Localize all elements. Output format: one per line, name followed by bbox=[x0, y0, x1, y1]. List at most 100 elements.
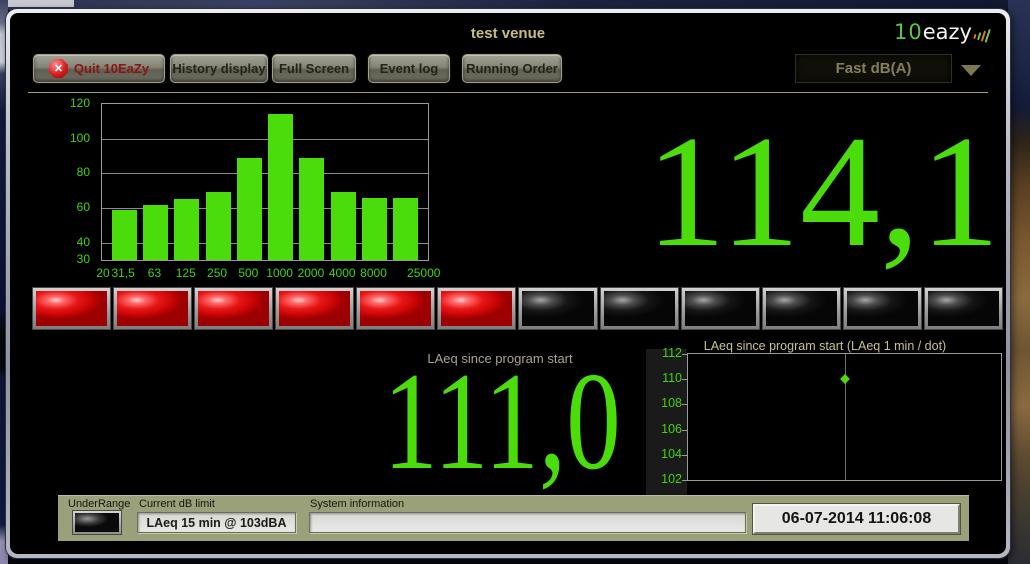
status-light-frame bbox=[924, 287, 1003, 330]
y-tick-label: 40 bbox=[77, 235, 90, 249]
spectrum-bar bbox=[143, 205, 168, 260]
status-light-off bbox=[522, 291, 593, 326]
full-screen-button[interactable]: Full Screen bbox=[272, 54, 356, 83]
spectrum-bar bbox=[331, 192, 356, 260]
y-tick-mark bbox=[682, 455, 688, 456]
y-tick-label: 60 bbox=[77, 200, 90, 214]
spectrum-bar bbox=[237, 158, 262, 260]
laeq-readout: 111,0 bbox=[354, 358, 650, 486]
x-tick-label: 31,5 bbox=[111, 266, 134, 280]
page-title: test venue bbox=[10, 25, 1006, 42]
status-light-frame bbox=[194, 287, 273, 330]
status-light-on bbox=[117, 291, 188, 326]
logo-eazy-text: eazy bbox=[923, 22, 972, 43]
status-light-off bbox=[928, 291, 999, 326]
status-light-on bbox=[279, 291, 350, 326]
x-tick-label: 250 bbox=[207, 266, 227, 280]
trend-chart-title: LAeq since program start (LAeq 1 min / d… bbox=[650, 339, 1000, 353]
desktop-right-strip bbox=[1008, 0, 1030, 564]
x-tick-label: 125 bbox=[176, 266, 196, 280]
system-information-label: System information bbox=[310, 498, 404, 510]
current-level-readout: 114,1 bbox=[610, 93, 1000, 288]
y-tick-mark bbox=[682, 379, 688, 380]
status-light-off bbox=[604, 291, 675, 326]
y-tick-label: 120 bbox=[70, 96, 90, 110]
y-tick-mark bbox=[682, 430, 688, 431]
y-tick-label: 108 bbox=[661, 396, 682, 410]
x-tick-label: 1000 bbox=[266, 266, 293, 280]
y-tick-mark bbox=[682, 404, 688, 405]
trend-y-axis: 112110108106104102 bbox=[646, 349, 687, 499]
x-tick-label: 20 bbox=[96, 266, 109, 280]
spectrum-bar bbox=[393, 198, 418, 260]
app-logo: 10eazy bbox=[894, 22, 990, 43]
spectrum-y-axis: 12010080604030 bbox=[46, 103, 96, 259]
y-tick-label: 104 bbox=[661, 447, 682, 461]
status-light-frame bbox=[600, 287, 679, 330]
status-light-frame bbox=[681, 287, 760, 330]
footer-bar: UnderRange Current dB limit LAeq 15 min … bbox=[58, 495, 969, 541]
measurement-mode-value: Fast dB(A) bbox=[836, 60, 912, 77]
y-tick-mark bbox=[682, 480, 688, 481]
chevron-down-icon[interactable] bbox=[961, 65, 981, 76]
history-display-button[interactable]: History display bbox=[170, 54, 268, 83]
y-tick-label: 80 bbox=[77, 165, 90, 179]
y-tick-label: 30 bbox=[77, 252, 90, 266]
measurement-mode-dropdown[interactable]: Fast dB(A) bbox=[795, 54, 952, 83]
status-light-frame bbox=[762, 287, 841, 330]
laeq-data-point bbox=[840, 374, 850, 384]
status-light-on bbox=[198, 291, 269, 326]
event-log-button[interactable]: Event log bbox=[368, 54, 450, 83]
spectrum-x-axis: 2031,563125250500100020004000800025000 bbox=[101, 266, 427, 282]
button-label: Full Screen bbox=[279, 61, 349, 76]
x-tick-label: 2000 bbox=[298, 266, 325, 280]
spectrum-bar bbox=[174, 199, 199, 260]
spectrum-bar bbox=[112, 210, 137, 260]
current-db-limit-label: Current dB limit bbox=[139, 498, 215, 510]
spectrum-bar bbox=[206, 192, 231, 260]
button-label: Quit 10EaZy bbox=[74, 61, 149, 76]
status-light-on bbox=[36, 291, 107, 326]
system-information-field bbox=[309, 512, 746, 533]
clock-display: 06-07-2014 11:06:08 bbox=[753, 504, 960, 534]
status-light-on bbox=[360, 291, 431, 326]
status-light-frame bbox=[113, 287, 192, 330]
under-range-indicator bbox=[72, 510, 122, 535]
x-tick-label: 63 bbox=[148, 266, 161, 280]
quit-10eazy-button[interactable]: ✕ Quit 10EaZy bbox=[33, 54, 165, 83]
status-light-off bbox=[766, 291, 837, 326]
signal-bars-icon bbox=[972, 23, 993, 45]
status-light-frame bbox=[275, 287, 354, 330]
x-tick-label: 500 bbox=[238, 266, 258, 280]
app-window: test venue 10eazy ✕ Quit 10EaZy History di… bbox=[6, 9, 1010, 558]
status-light-off bbox=[685, 291, 756, 326]
y-tick-label: 100 bbox=[70, 131, 90, 145]
y-tick-label: 102 bbox=[661, 472, 682, 486]
under-range-light bbox=[75, 513, 119, 532]
y-tick-label: 112 bbox=[662, 346, 682, 360]
logo-10-text: 10 bbox=[894, 22, 923, 43]
running-order-button[interactable]: Running Order bbox=[462, 54, 562, 83]
x-tick-label: 25000 bbox=[407, 266, 440, 280]
status-light-frame bbox=[437, 287, 516, 330]
spectrum-bar bbox=[299, 158, 324, 260]
button-label: History display bbox=[172, 61, 265, 76]
trend-chart bbox=[687, 353, 1002, 481]
gridline bbox=[102, 139, 428, 140]
status-light-frame bbox=[518, 287, 597, 330]
status-light-frame bbox=[356, 287, 435, 330]
button-label: Event log bbox=[380, 61, 439, 76]
status-light-frame bbox=[843, 287, 922, 330]
button-label: Running Order bbox=[466, 61, 558, 76]
status-light-frame bbox=[32, 287, 111, 330]
spectrum-bar bbox=[362, 198, 387, 260]
screen: test venue 10eazy ✕ Quit 10EaZy History di… bbox=[0, 0, 1030, 564]
status-light-on bbox=[441, 291, 512, 326]
y-tick-label: 110 bbox=[662, 371, 682, 385]
spectrum-bar bbox=[268, 114, 293, 260]
spectrum-chart bbox=[101, 103, 429, 261]
quit-x-icon: ✕ bbox=[49, 59, 68, 78]
status-light-off bbox=[847, 291, 918, 326]
desktop-window-fragment bbox=[0, 0, 74, 7]
current-db-limit-field: LAeq 15 min @ 103dBA bbox=[137, 512, 296, 533]
